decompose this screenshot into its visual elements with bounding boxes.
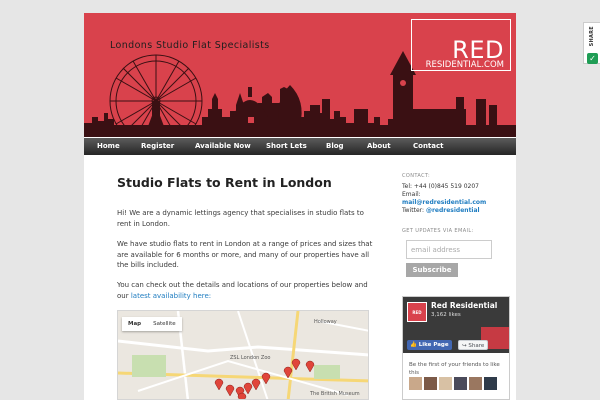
page-container: Londons Studio Flat Specialists RED RESI…: [84, 13, 516, 400]
contact-widget-title: CONTACT:: [402, 173, 431, 179]
facebook-like-button[interactable]: 👍 Like Page: [407, 340, 452, 350]
map-label-british-museum: The British Museum: [310, 391, 360, 397]
friend-avatar[interactable]: [409, 377, 422, 390]
nav-item-register[interactable]: Register: [141, 138, 174, 155]
site-tagline: Londons Studio Flat Specialists: [110, 40, 270, 51]
page-title: Studio Flats to Rent in London: [117, 175, 332, 190]
friend-avatar[interactable]: [424, 377, 437, 390]
map-label-holloway: Holloway: [314, 319, 337, 325]
nav-item-blog[interactable]: Blog: [326, 138, 344, 155]
main-content: Studio Flats to Rent in London: [117, 175, 377, 190]
twitter-link[interactable]: @redresidential: [426, 207, 480, 214]
friend-avatar[interactable]: [454, 377, 467, 390]
contact-email-label: Email:: [402, 191, 421, 198]
map-tab-satellite[interactable]: Satellite: [147, 317, 182, 331]
contact-twitter-line: Twitter: @redresidential: [402, 207, 480, 214]
email-subscribe-input[interactable]: [406, 240, 492, 259]
share-label: SHARE: [589, 26, 595, 47]
nav-item-home[interactable]: Home: [97, 138, 120, 155]
properties-map[interactable]: Map Satellite Holloway ZSL London Zoo Th…: [117, 310, 369, 400]
friend-avatar[interactable]: [439, 377, 452, 390]
facebook-page-widget: RED Red Residential 3,162 likes 👍 Like P…: [402, 296, 510, 400]
facebook-friend-avatars: [409, 377, 497, 390]
intro-paragraph: Hi! We are a dynamic lettings agency tha…: [117, 209, 364, 228]
nav-item-about[interactable]: About: [367, 138, 391, 155]
contact-email-link[interactable]: mail@redresidential.com: [402, 199, 486, 206]
share-arrow-icon: ↪: [462, 343, 467, 349]
latest-availability-link[interactable]: latest availability here:: [131, 292, 211, 300]
facebook-like-label: Like Page: [418, 342, 449, 348]
map-type-tabs: Map Satellite: [122, 317, 182, 331]
facebook-friends-text: Be the first of your friends to like thi…: [409, 362, 500, 376]
contact-telephone: Tel: +44 (0)845 519 0207: [402, 183, 479, 190]
site-logo[interactable]: RED RESIDENTIAL.COM: [411, 19, 511, 71]
logo-sub-text: RESIDENTIAL.COM: [425, 60, 504, 70]
twitter-label: Twitter:: [402, 207, 425, 214]
friend-avatar[interactable]: [484, 377, 497, 390]
site-header: Londons Studio Flat Specialists RED RESI…: [84, 13, 516, 137]
subscribe-button[interactable]: Subscribe: [406, 263, 458, 277]
facebook-share-button[interactable]: ↪ Share: [458, 340, 489, 350]
map-label-zoo: ZSL London Zoo: [230, 355, 271, 361]
facebook-share-label: Share: [468, 343, 485, 349]
availability-paragraph: You can check out the details and locati…: [117, 280, 377, 301]
nav-item-available-now[interactable]: Available Now: [195, 138, 251, 155]
facebook-like-count: 3,162 likes: [431, 312, 461, 318]
facebook-thumb-icon: 👍: [410, 342, 417, 348]
nav-item-short-lets[interactable]: Short Lets: [266, 138, 307, 155]
share-check-icon: ✓: [587, 53, 598, 64]
friend-avatar[interactable]: [469, 377, 482, 390]
email-updates-title: GET UPDATES VIA EMAIL:: [402, 228, 474, 234]
logo-main-text: RED: [452, 36, 504, 64]
main-navigation: Home Register Available Now Short Lets B…: [84, 138, 516, 155]
nav-item-contact[interactable]: Contact: [413, 138, 444, 155]
facebook-page-name[interactable]: Red Residential: [431, 301, 497, 310]
share-sidebar-widget[interactable]: SHARE ✓: [583, 22, 600, 64]
contact-email-line: mail@redresidential.com: [402, 199, 486, 206]
services-paragraph: We have studio flats to rent in London a…: [117, 240, 373, 269]
map-tab-map[interactable]: Map: [122, 317, 147, 331]
facebook-page-avatar[interactable]: RED: [407, 302, 427, 322]
facebook-cover: RED Red Residential 3,162 likes 👍 Like P…: [403, 297, 509, 353]
